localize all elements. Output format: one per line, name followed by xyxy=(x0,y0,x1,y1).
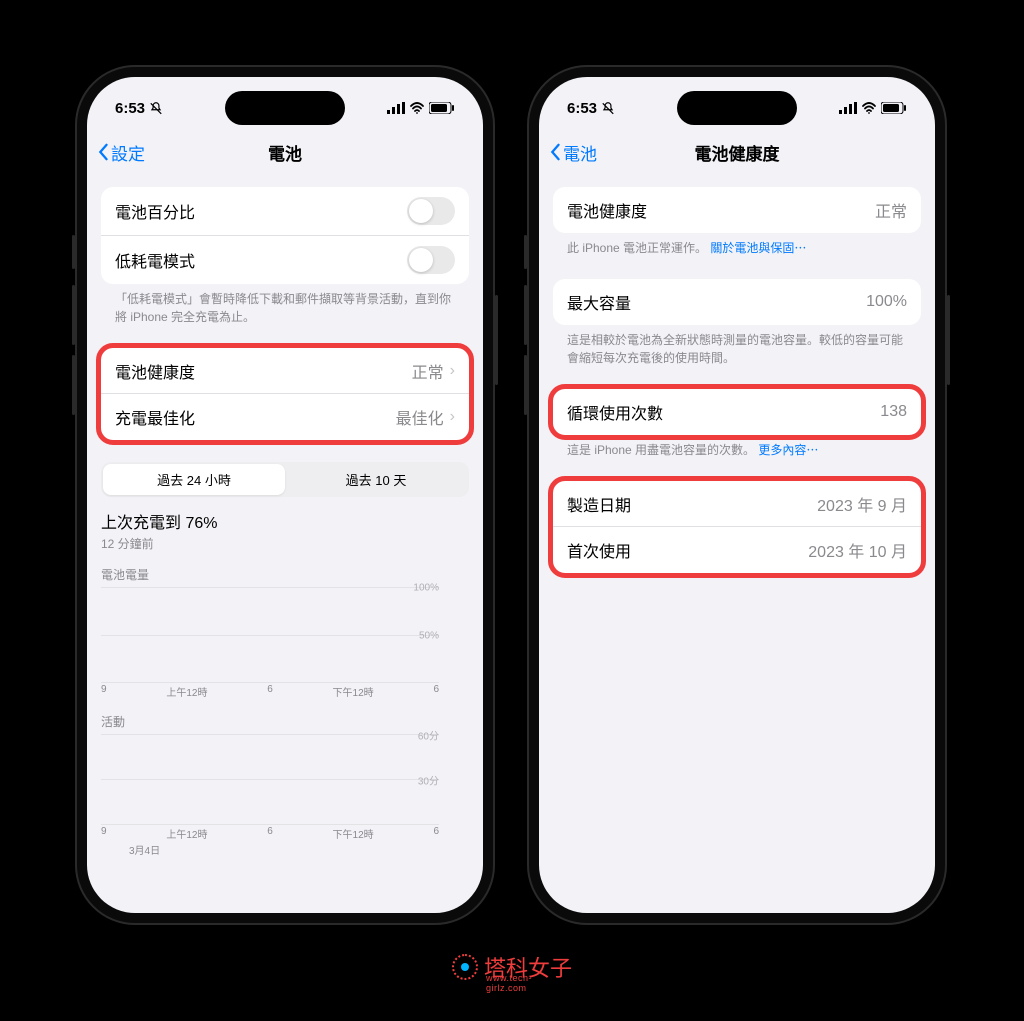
chart-label: 電池電量 xyxy=(101,566,469,583)
settings-group-toggles: 電池百分比 低耗電模式 xyxy=(101,187,469,284)
segment-24h[interactable]: 過去 24 小時 xyxy=(103,464,285,495)
nav-bar: 設定 電池 xyxy=(87,131,483,173)
footer-text: 這是相較於電池為全新狀態時測量的電池容量。較低的容量可能會縮短每次充電後的使用時… xyxy=(553,325,921,367)
row-value: 正常 xyxy=(875,198,907,222)
x-axis-date: 3月4日 xyxy=(101,842,469,857)
row-label: 電池健康度 xyxy=(567,198,647,222)
row-label: 製造日期 xyxy=(567,492,631,516)
settings-group-cycle-count: 循環使用次數 138 xyxy=(553,389,921,435)
status-time: 6:53 xyxy=(567,100,597,117)
footer-text: 此 iPhone 電池正常運作。 關於電池與保固⋯ xyxy=(553,233,921,257)
volume-down-button xyxy=(524,355,527,415)
footer-text: 「低耗電模式」會暫時降低下載和郵件擷取等背景活動，直到你將 iPhone 完全充… xyxy=(101,284,469,326)
last-charge-block: 上次充電到 76% 12 分鐘前 xyxy=(101,509,469,552)
row-value: 2023 年 9 月 xyxy=(817,492,907,516)
activity-chart: 60分 30分 xyxy=(101,734,469,824)
footer-text: 這是 iPhone 用盡電池容量的次數。 更多內容⋯ xyxy=(553,435,921,459)
dynamic-island xyxy=(225,91,345,125)
volume-down-button xyxy=(72,355,75,415)
row-max-capacity: 最大容量 100% xyxy=(553,279,921,325)
row-label: 電池健康度 xyxy=(115,359,195,383)
side-button xyxy=(72,235,75,269)
x-axis: 9 上午12時 6 下午12時 6 xyxy=(101,684,469,699)
page-title: 電池健康度 xyxy=(539,140,935,165)
row-first-use: 首次使用 2023 年 10 月 xyxy=(553,527,921,573)
row-value: 100% xyxy=(866,293,907,311)
row-low-power-mode[interactable]: 低耗電模式 xyxy=(101,236,469,284)
toggle-switch[interactable] xyxy=(407,246,455,274)
nav-bar: 電池 電池健康度 xyxy=(539,131,935,173)
battery-level-chart: 100% 50% xyxy=(101,587,469,682)
battery-icon xyxy=(881,102,907,114)
side-button xyxy=(524,235,527,269)
chart-label: 活動 xyxy=(101,713,469,730)
status-time: 6:53 xyxy=(115,100,145,117)
watermark-icon xyxy=(452,954,478,980)
power-button xyxy=(947,295,950,385)
row-battery-health[interactable]: 電池健康度 正常 › xyxy=(101,348,469,394)
dynamic-island xyxy=(677,91,797,125)
settings-group-health-status: 電池健康度 正常 xyxy=(553,187,921,233)
phone-mockup-left: 6:53 設定 電池 電池百分比 xyxy=(75,65,495,925)
chevron-right-icon: › xyxy=(450,362,455,380)
last-charge-subtitle: 12 分鐘前 xyxy=(101,535,469,552)
row-label: 循環使用次數 xyxy=(567,400,663,424)
row-value: 最佳化 xyxy=(396,405,444,429)
page-title: 電池 xyxy=(87,140,483,165)
cellular-icon xyxy=(839,102,857,114)
settings-group-dates: 製造日期 2023 年 9 月 首次使用 2023 年 10 月 xyxy=(553,481,921,573)
volume-up-button xyxy=(72,285,75,345)
segment-10d[interactable]: 過去 10 天 xyxy=(285,464,467,495)
wifi-icon xyxy=(409,102,425,114)
x-axis: 9 上午12時 6 下午12時 6 xyxy=(101,826,469,841)
warranty-link[interactable]: 關於電池與保固⋯ xyxy=(710,241,806,255)
volume-up-button xyxy=(524,285,527,345)
watermark-url: www.tech-girlz.com xyxy=(486,973,572,993)
segmented-control[interactable]: 過去 24 小時 過去 10 天 xyxy=(101,462,469,497)
battery-icon xyxy=(429,102,455,114)
chevron-right-icon: › xyxy=(450,408,455,426)
phone-mockup-right: 6:53 電池 電池健康度 電池健康度 正常 xyxy=(527,65,947,925)
more-link[interactable]: 更多內容⋯ xyxy=(758,443,818,457)
row-cycle-count: 循環使用次數 138 xyxy=(553,389,921,435)
cellular-icon xyxy=(387,102,405,114)
last-charge-title: 上次充電到 76% xyxy=(101,509,469,533)
toggle-switch[interactable] xyxy=(407,197,455,225)
row-battery-percentage[interactable]: 電池百分比 xyxy=(101,187,469,236)
row-value: 2023 年 10 月 xyxy=(808,538,907,562)
settings-group-max-capacity: 最大容量 100% xyxy=(553,279,921,325)
settings-group-health: 電池健康度 正常 › 充電最佳化 最佳化 › xyxy=(101,348,469,440)
row-label: 低耗電模式 xyxy=(115,248,195,272)
row-label: 首次使用 xyxy=(567,538,631,562)
row-manufacture-date: 製造日期 2023 年 9 月 xyxy=(553,481,921,527)
row-label: 充電最佳化 xyxy=(115,405,195,429)
power-button xyxy=(495,295,498,385)
silent-icon xyxy=(601,101,615,115)
row-charging-optimization[interactable]: 充電最佳化 最佳化 › xyxy=(101,394,469,440)
silent-icon xyxy=(149,101,163,115)
watermark: 塔科女子 www.tech-girlz.com xyxy=(452,951,572,983)
row-value: 正常 xyxy=(412,359,444,383)
row-label: 最大容量 xyxy=(567,290,631,314)
row-battery-health: 電池健康度 正常 xyxy=(553,187,921,233)
wifi-icon xyxy=(861,102,877,114)
row-value: 138 xyxy=(880,403,907,421)
row-label: 電池百分比 xyxy=(115,199,195,223)
